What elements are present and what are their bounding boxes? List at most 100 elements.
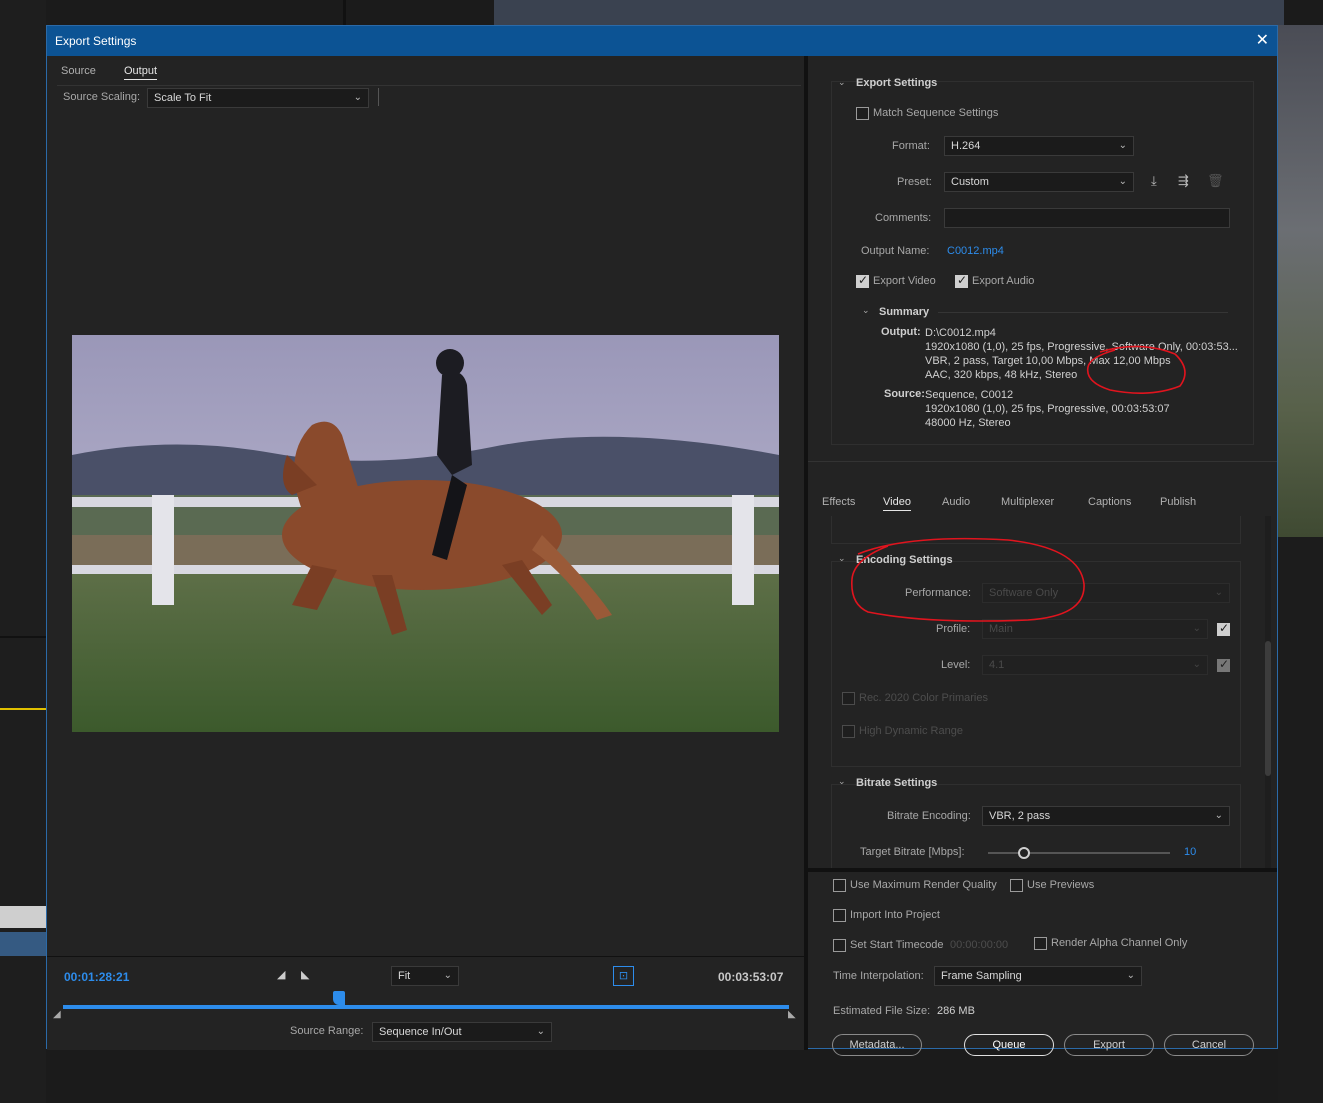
bitrate-encoding-dropdown[interactable]: VBR, 2 pass ⌄ (982, 806, 1230, 826)
chevron-down-icon: ⌄ (1214, 810, 1223, 821)
close-icon[interactable]: ✕ (1256, 30, 1269, 50)
target-bitrate-value[interactable]: 10 (1184, 846, 1196, 858)
end-timecode: 00:03:53:07 (718, 970, 784, 984)
cancel-button[interactable]: Cancel (1164, 1034, 1254, 1056)
in-point-icon[interactable]: ◢ (53, 1009, 61, 1020)
source-range-label: Source Range: (290, 1025, 364, 1037)
metadata-button[interactable]: Metadata... (832, 1034, 922, 1056)
target-bitrate-slider-track[interactable] (988, 852, 1170, 854)
summary-collapse-icon[interactable]: ⌄ (862, 305, 870, 316)
tab-effects[interactable]: Effects (822, 496, 855, 508)
time-interpolation-dropdown[interactable]: Frame Sampling ⌄ (934, 966, 1142, 986)
video-preview (72, 335, 779, 732)
mark-in-icon[interactable]: ◢ (277, 968, 285, 981)
source-scaling-label: Source Scaling: (63, 91, 141, 103)
hdr-label: High Dynamic Range (859, 725, 963, 737)
video-settings-scroll-area: ⌄ Encoding Settings Performance: Softwar… (808, 516, 1277, 868)
zoom-value: Fit (398, 970, 411, 982)
playhead-handle[interactable] (332, 991, 345, 1005)
time-interpolation-label: Time Interpolation: (833, 970, 924, 982)
set-start-timecode-checkbox[interactable] (833, 939, 846, 952)
rec2020-checkbox[interactable] (842, 692, 855, 705)
tab-captions[interactable]: Captions (1088, 496, 1131, 508)
chevron-down-icon: ⌄ (536, 1026, 545, 1037)
chevron-down-icon: ⌄ (1192, 623, 1201, 634)
queue-button[interactable]: Queue (964, 1034, 1054, 1056)
export-audio-label: Export Audio (972, 275, 1035, 287)
export-settings-heading: Export Settings (856, 77, 938, 89)
level-dropdown[interactable]: 4.1 ⌄ (982, 655, 1208, 675)
match-sequence-label: Match Sequence Settings (873, 107, 999, 119)
profile-value: Main (989, 623, 1013, 635)
export-audio-checkbox[interactable] (955, 273, 968, 288)
estimated-file-size-value: 286 MB (937, 1005, 975, 1017)
source-range-dropdown[interactable]: Sequence In/Out ⌄ (372, 1022, 552, 1042)
format-label: Format: (892, 140, 930, 152)
export-button[interactable]: Export (1064, 1034, 1154, 1056)
delete-preset-icon[interactable]: 🗑 (1207, 173, 1224, 189)
chevron-down-icon: ⌄ (1214, 587, 1223, 598)
bitrate-encoding-label: Bitrate Encoding: (887, 810, 971, 822)
tab-audio[interactable]: Audio (942, 496, 970, 508)
scrollbar-track[interactable] (1265, 516, 1271, 868)
title-bar: Export Settings ✕ (47, 26, 1277, 56)
collapse-triangle-icon[interactable]: ⌄ (838, 776, 846, 787)
use-previews-checkbox[interactable] (1010, 879, 1023, 892)
zoom-dropdown[interactable]: Fit ⌄ (391, 966, 459, 986)
comments-input[interactable] (944, 208, 1230, 228)
save-preset-icon[interactable]: ⤓ (1151, 173, 1157, 189)
chevron-down-icon: ⌄ (1118, 140, 1127, 151)
current-timecode[interactable]: 00:01:28:21 (64, 970, 129, 984)
use-previews-label: Use Previews (1027, 879, 1095, 891)
bg-program-monitor (494, 0, 1284, 25)
format-value: H.264 (951, 140, 981, 152)
tab-multiplexer[interactable]: Multiplexer (1001, 496, 1054, 508)
render-alpha-checkbox[interactable] (1034, 937, 1047, 950)
max-render-quality-checkbox[interactable] (833, 879, 846, 892)
output-name-link[interactable]: C0012.mp4 (947, 245, 1004, 257)
mark-out-icon[interactable]: ◣ (301, 968, 309, 981)
video-frame-image (72, 335, 779, 732)
match-sequence-checkbox[interactable] (856, 107, 869, 120)
import-into-project-checkbox[interactable] (833, 909, 846, 922)
collapse-triangle-icon[interactable]: ⌄ (838, 553, 846, 564)
summary-source-label: Source: (884, 388, 925, 400)
dialog-title: Export Settings (55, 34, 137, 48)
profile-label: Profile: (936, 623, 971, 635)
tab-output[interactable]: Output (124, 65, 158, 80)
tab-publish[interactable]: Publish (1160, 496, 1196, 508)
aspect-ratio-correction-icon[interactable]: ⊡ (613, 966, 634, 986)
work-area-bar[interactable] (63, 1005, 789, 1009)
source-scaling-dropdown[interactable]: Scale To Fit ⌄ (147, 88, 369, 108)
export-video-checkbox[interactable] (856, 273, 869, 288)
tab-video[interactable]: Video (883, 496, 911, 511)
level-value: 4.1 (989, 659, 1005, 671)
profile-checkbox[interactable] (1217, 621, 1230, 636)
bg-video-frame (1278, 25, 1323, 537)
level-checkbox[interactable] (1217, 657, 1230, 672)
chevron-down-icon: ⌄ (1126, 970, 1135, 981)
tab-source[interactable]: Source (61, 65, 96, 77)
preset-dropdown[interactable]: Custom ⌄ (944, 172, 1134, 192)
chevron-down-icon: ⌄ (1118, 176, 1127, 187)
set-start-timecode-label: Set Start Timecode (850, 939, 944, 951)
scrollbar-thumb[interactable] (1265, 641, 1271, 776)
summary-source-line: 48000 Hz, Stereo (925, 417, 1011, 429)
comments-label: Comments: (875, 212, 932, 224)
start-timecode-value[interactable]: 00:00:00:00 (950, 939, 1008, 951)
hdr-checkbox[interactable] (842, 725, 855, 738)
target-bitrate-slider-thumb[interactable] (1018, 847, 1030, 859)
time-interpolation-value: Frame Sampling (941, 970, 1022, 982)
source-range-value: Sequence In/Out (379, 1026, 462, 1038)
left-pane: Source Output Source Scaling: Scale To F… (47, 56, 805, 1050)
import-preset-icon[interactable]: ⇶ (1178, 173, 1189, 189)
bitrate-settings-heading: Bitrate Settings (856, 777, 938, 789)
right-pane: ⌄ Export Settings Match Sequence Setting… (808, 56, 1277, 1056)
format-dropdown[interactable]: H.264 ⌄ (944, 136, 1134, 156)
collapse-triangle-icon[interactable]: ⌄ (838, 77, 846, 88)
out-point-icon[interactable]: ◣ (788, 1009, 796, 1020)
chevron-down-icon: ⌄ (1192, 659, 1201, 670)
red-annotation-circle (851, 537, 1085, 622)
target-bitrate-label: Target Bitrate [Mbps]: (860, 846, 965, 858)
summary-output-line: D:\C0012.mp4 (925, 327, 996, 339)
